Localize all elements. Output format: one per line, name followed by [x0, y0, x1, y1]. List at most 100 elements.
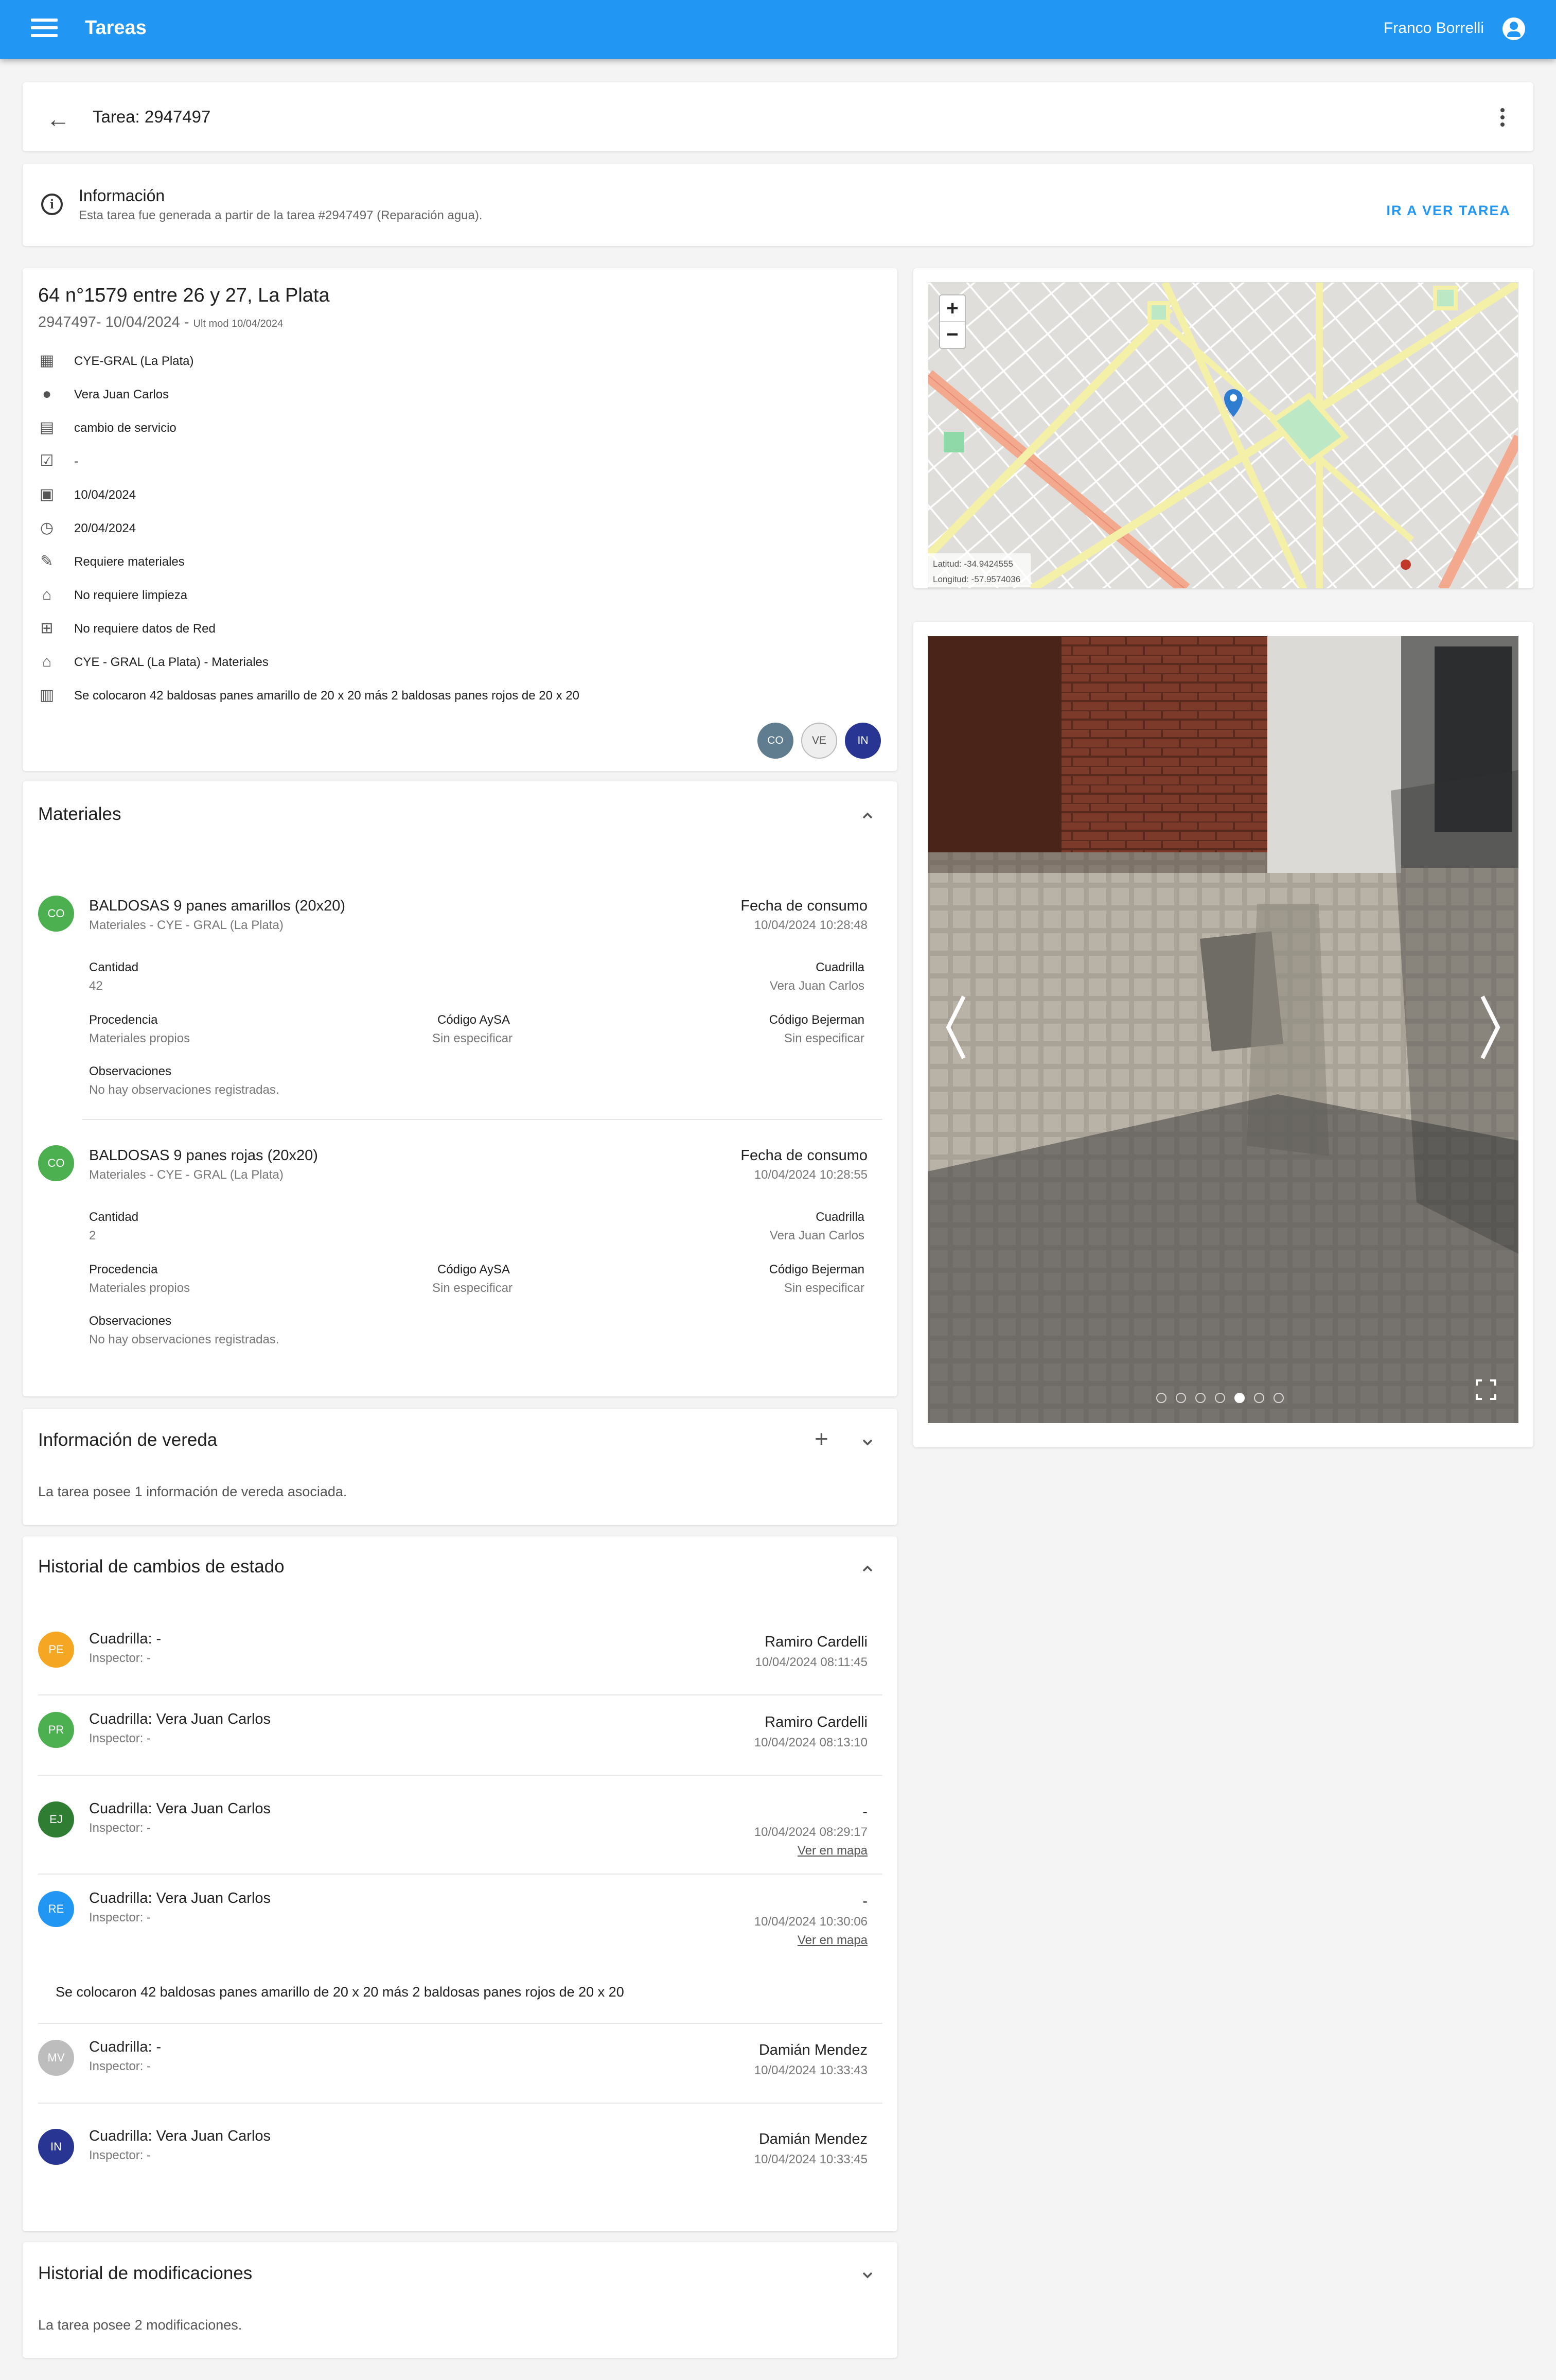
- vereda-title: Información de vereda: [38, 1430, 218, 1450]
- history-date: 10/04/2024 10:30:06: [754, 1915, 868, 1929]
- history-date: 10/04/2024 08:29:17: [754, 1825, 868, 1839]
- map-coordinates: Latitud: -34.9424555 Longitud: -57.95740…: [928, 553, 1031, 587]
- observations-value: No hay observaciones registradas.: [89, 1083, 279, 1097]
- history-date: 10/04/2024 08:13:10: [754, 1736, 868, 1749]
- status-chip[interactable]: VE: [801, 723, 837, 759]
- history-note: Se colocaron 42 baldosas panes amarillo …: [56, 1984, 624, 2000]
- carousel-indicators: [1156, 1393, 1293, 1405]
- user-name[interactable]: Franco Borrelli: [1384, 20, 1484, 37]
- history-badge: EJ: [38, 1801, 74, 1837]
- divider: [82, 1119, 882, 1120]
- history-badge: RE: [38, 1891, 74, 1927]
- carousel-dot[interactable]: [1274, 1393, 1284, 1403]
- consumption-date-label: Fecha de consumo: [740, 1147, 868, 1164]
- modifications-text: La tarea posee 2 modificaciones.: [38, 2317, 242, 2333]
- crew-label: Cuadrilla: [816, 960, 864, 974]
- quantity-label: Cantidad: [89, 1210, 139, 1224]
- history-title: Historial de cambios de estado: [38, 1556, 285, 1577]
- chevron-up-icon[interactable]: [857, 1559, 878, 1579]
- consumption-date: 10/04/2024 10:28:48: [754, 918, 868, 932]
- carousel-dot[interactable]: [1234, 1393, 1245, 1403]
- back-arrow-icon[interactable]: ←: [46, 107, 70, 131]
- photo-carousel[interactable]: [928, 636, 1518, 1423]
- checklist-icon: ☑: [40, 452, 54, 469]
- history-user: Damián Mendez: [758, 2042, 868, 2058]
- more-options-icon[interactable]: [1499, 108, 1506, 129]
- material-badge: CO: [38, 896, 74, 932]
- timer-icon: ◷: [40, 519, 54, 536]
- detail-row-text: Requiere materiales: [74, 555, 185, 569]
- aysa-code-label: Código AySA: [437, 1263, 510, 1276]
- quantity-value: 2: [89, 1229, 96, 1242]
- observations-label: Observaciones: [89, 1064, 172, 1078]
- vereda-card: [23, 1409, 897, 1525]
- chevron-down-icon[interactable]: [857, 1432, 878, 1452]
- history-inspector: Inspector: -: [89, 1731, 151, 1745]
- detail-row-text: cambio de servicio: [74, 421, 176, 435]
- zoom-out-button[interactable]: −: [940, 322, 965, 348]
- history-user: Ramiro Cardelli: [765, 1634, 868, 1650]
- home-icon: ⌂: [42, 653, 52, 670]
- info-title: Información: [79, 186, 165, 205]
- status-chip[interactable]: CO: [757, 723, 793, 759]
- status-chip[interactable]: IN: [845, 723, 881, 759]
- history-badge: PR: [38, 1712, 74, 1748]
- go-to-task-button[interactable]: IR A VER TAREA: [1386, 203, 1511, 219]
- divider: [38, 2103, 882, 2104]
- history-inspector: Inspector: -: [89, 1911, 151, 1924]
- detail-row-text: 20/04/2024: [74, 521, 136, 535]
- carousel-dot[interactable]: [1254, 1393, 1264, 1403]
- vereda-text: La tarea posee 1 información de vereda a…: [38, 1484, 347, 1499]
- history-inspector: Inspector: -: [89, 2059, 151, 2073]
- history-date: 10/04/2024 10:33:43: [754, 2063, 868, 2077]
- app-bar: Tareas Franco Borrelli: [0, 0, 1556, 59]
- material-source: Materiales - CYE - GRAL (La Plata): [89, 1168, 284, 1182]
- material-name: BALDOSAS 9 panes amarillos (20x20): [89, 898, 346, 914]
- add-icon[interactable]: +: [815, 1427, 828, 1450]
- history-crew: Cuadrilla: Vera Juan Carlos: [89, 1711, 271, 1727]
- history-badge: PE: [38, 1632, 74, 1668]
- chevron-up-icon[interactable]: [857, 806, 878, 826]
- info-banner: [23, 164, 1533, 246]
- origin-value: Materiales propios: [89, 1031, 190, 1045]
- history-user: Ramiro Cardelli: [765, 1714, 868, 1730]
- material-badge: CO: [38, 1145, 74, 1181]
- calendar-icon: ▣: [39, 486, 55, 503]
- view-on-map-link[interactable]: Ver en mapa: [798, 1844, 868, 1858]
- map-view[interactable]: [928, 282, 1518, 589]
- zoom-in-button[interactable]: +: [940, 295, 965, 322]
- history-date: 10/04/2024 08:11:45: [755, 1655, 868, 1669]
- carousel-dot[interactable]: [1195, 1393, 1206, 1403]
- bejerman-code-label: Código Bejerman: [769, 1263, 864, 1276]
- menu-icon[interactable]: [31, 19, 58, 41]
- fullscreen-icon[interactable]: [1475, 1378, 1497, 1401]
- task-title: Tarea: 2947497: [93, 107, 211, 126]
- detail-row-text: -: [74, 454, 78, 468]
- bejerman-code-value: Sin especificar: [784, 1031, 864, 1045]
- history-badge: IN: [38, 2129, 74, 2165]
- last-modified: Ult mod 10/04/2024: [193, 318, 284, 329]
- quantity-label: Cantidad: [89, 960, 139, 974]
- history-inspector: Inspector: -: [89, 1651, 151, 1665]
- chevron-down-icon[interactable]: [857, 2265, 878, 2285]
- history-badge: MV: [38, 2040, 74, 2076]
- origin-value: Materiales propios: [89, 1281, 190, 1295]
- bejerman-code-value: Sin especificar: [784, 1281, 864, 1295]
- carousel-dot[interactable]: [1215, 1393, 1225, 1403]
- account-icon[interactable]: [1502, 18, 1525, 40]
- view-on-map-link[interactable]: Ver en mapa: [798, 1933, 868, 1948]
- history-inspector: Inspector: -: [89, 1821, 151, 1835]
- divider: [38, 2023, 882, 2024]
- person-icon: ●: [42, 386, 52, 402]
- app-title: Tareas: [85, 17, 147, 39]
- history-date: 10/04/2024 10:33:45: [754, 2152, 868, 2166]
- consumption-date-label: Fecha de consumo: [740, 898, 868, 914]
- crew-value: Vera Juan Carlos: [769, 979, 864, 993]
- carousel-dot[interactable]: [1176, 1393, 1186, 1403]
- aysa-code-value: Sin especificar: [432, 1281, 513, 1295]
- longitude: Longitud: -57.9574036: [933, 574, 1021, 584]
- task-meta: 2947497- 10/04/2024 - Ult mod 10/04/2024: [38, 314, 283, 331]
- material-name: BALDOSAS 9 panes rojas (20x20): [89, 1147, 318, 1164]
- carousel-dot[interactable]: [1156, 1393, 1166, 1403]
- aysa-code-value: Sin especificar: [432, 1031, 513, 1045]
